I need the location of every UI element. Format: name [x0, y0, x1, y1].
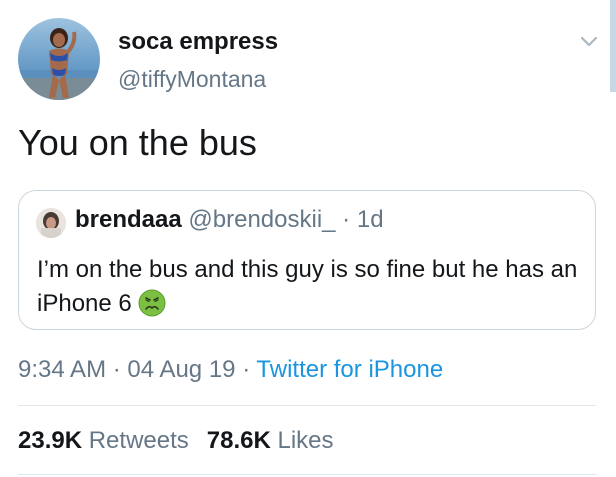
likes-stat[interactable]: 78.6K Likes: [207, 427, 334, 454]
tweet-text: You on the bus: [18, 122, 257, 163]
tweet-source-link[interactable]: Twitter for iPhone: [256, 356, 443, 383]
quoted-separator: ·: [342, 206, 351, 233]
quoted-display-name[interactable]: brendaaa: [75, 206, 182, 233]
nauseated-face-icon: [138, 289, 166, 317]
scrollbar[interactable]: [610, 0, 616, 92]
quoted-author-avatar: [36, 208, 66, 238]
chevron-down-icon[interactable]: [578, 30, 600, 52]
quoted-time[interactable]: 1d: [357, 206, 384, 233]
avatar-photo: [18, 28, 100, 100]
quoted-handle[interactable]: @brendoskii_: [188, 206, 335, 233]
retweets-count: 23.9K: [18, 427, 83, 454]
divider: [18, 474, 596, 475]
meta-separator: ·: [112, 356, 121, 383]
author-avatar[interactable]: [18, 18, 100, 100]
divider: [18, 405, 596, 406]
likes-label: Likes: [277, 427, 334, 454]
tweet-time[interactable]: 9:34 AM: [18, 356, 106, 383]
likes-count: 78.6K: [206, 427, 271, 454]
author-handle[interactable]: @tiffyMontana: [118, 66, 266, 93]
quoted-text: I’m on the bus and this guy is so fine b…: [37, 256, 578, 317]
tweet-stats: 23.9K Retweets 78.6K Likes: [18, 427, 334, 455]
tweet-meta: 9:34 AM · 04 Aug 19 · Twitter for iPhone: [18, 356, 443, 384]
retweets-label: Retweets: [88, 427, 189, 454]
retweets-stat[interactable]: 23.9K Retweets: [18, 427, 189, 454]
tweet: soca empress @tiffyMontana You on the bu…: [0, 0, 616, 477]
tweet-date[interactable]: 04 Aug 19: [127, 356, 235, 383]
quoted-header: brendaaa @brendoskii_ · 1d: [75, 206, 384, 234]
author-display-name[interactable]: soca empress: [118, 28, 278, 56]
quoted-text-block: I’m on the bus and this guy is so fine b…: [37, 253, 587, 321]
quoted-tweet[interactable]: brendaaa @brendoskii_ · 1d I’m on the bu…: [18, 190, 596, 330]
meta-separator: ·: [242, 356, 251, 383]
